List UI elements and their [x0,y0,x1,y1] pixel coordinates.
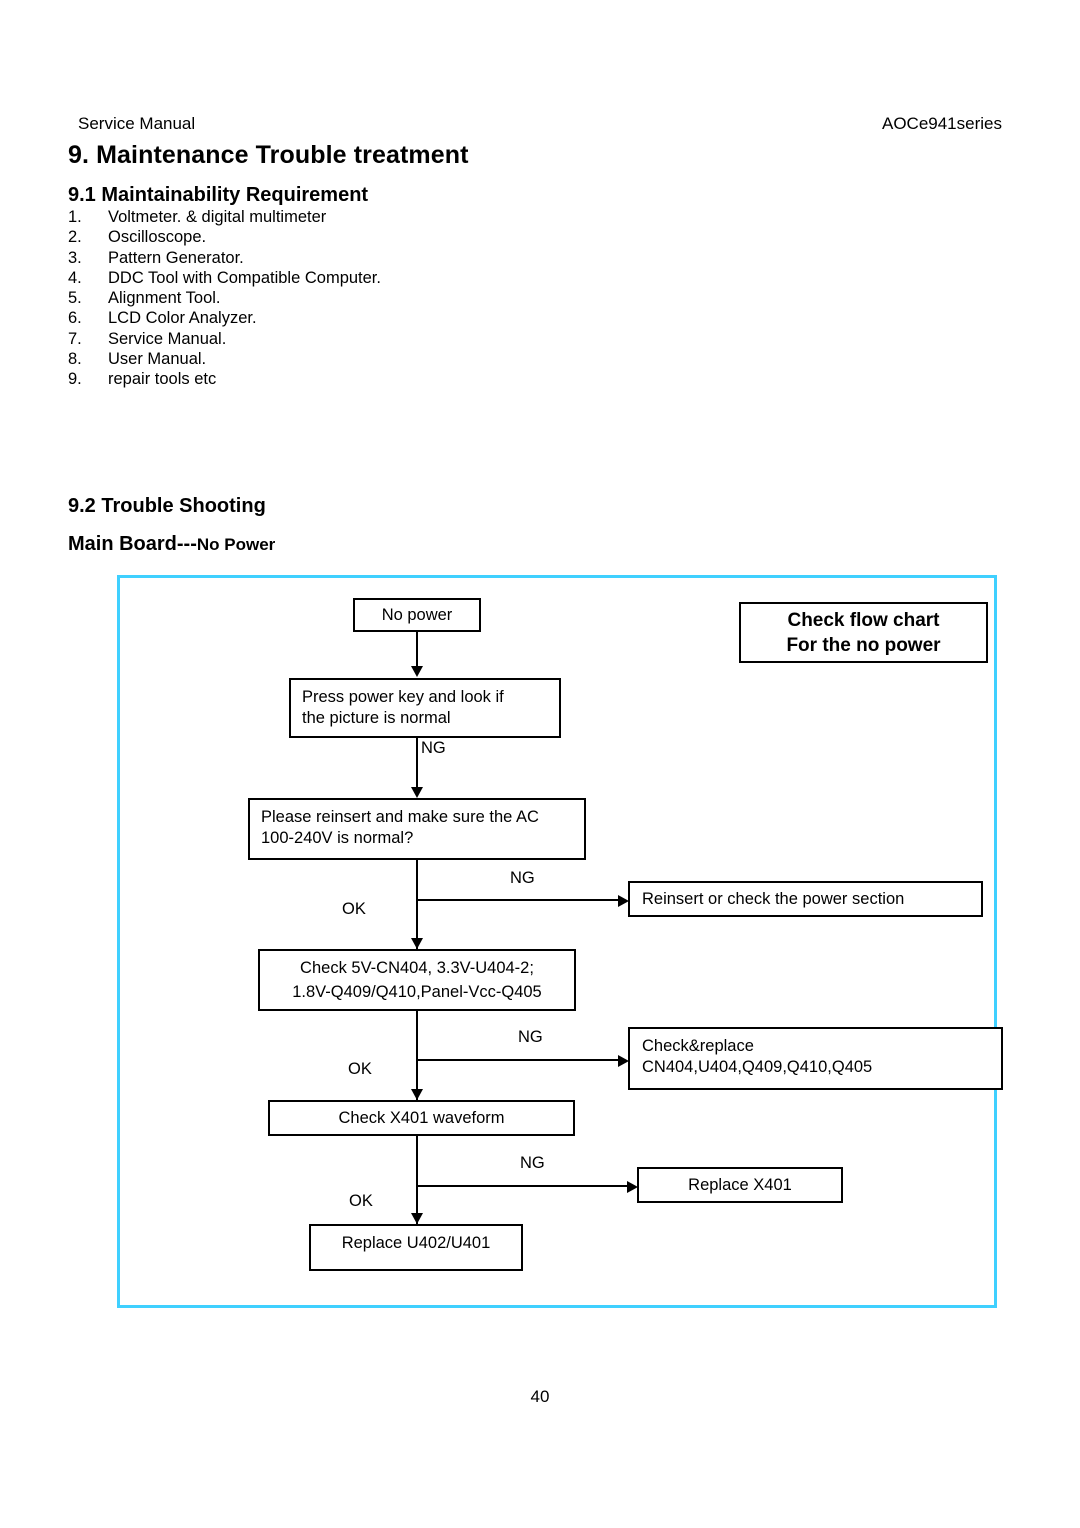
connector-line [416,1136,418,1224]
list-item-label: DDC Tool with Compatible Computer. [108,268,381,287]
edge-label-ok-2: OK [342,900,366,918]
flow-node-check-voltages: Check 5V-CN404, 3.3V-U404-2; 1.8V-Q409/Q… [258,949,576,1011]
list-item: 2. Oscilloscope. [68,227,588,247]
flowchart-title-box: Check flow chart For the no power [739,602,988,663]
list-item: 9. repair tools etc [68,369,588,389]
arrow-down-icon [411,787,423,798]
maintainability-tool-list: 1. Voltmeter. & digital multimeter 2. Os… [68,207,588,390]
list-item-number: 1. [68,208,82,226]
list-item-label: Voltmeter. & digital multimeter [108,208,327,226]
flow-node-press-power-key-line-2: the picture is normal [302,709,451,727]
list-item-number: 4. [68,268,82,287]
list-item-label: Oscilloscope. [108,228,207,247]
arrow-down-icon [411,938,423,949]
flow-node-no-power-label: No power [381,606,453,624]
list-item: 1. Voltmeter. & digital multimeter [68,207,588,227]
flowchart-frame: Check flow chart For the no power No pow… [117,575,1003,1308]
section-heading-9-2: 9.2 Trouble Shooting [68,495,266,517]
flow-node-check-x401-waveform: Check X401 waveform [268,1100,575,1136]
flowchart-title-line-1: Check flow chart [787,610,940,631]
document-page: Service Manual AOCe941series 9. Maintena… [0,0,1080,1528]
list-item: 4. DDC Tool with Compatible Computer. [68,268,588,288]
list-item-label: Pattern Generator. [108,248,244,267]
flow-node-check-replace-parts-line-1: Check&replace [642,1037,754,1055]
subsection-heading-main-board: Main Board---No Power [68,533,275,556]
list-item: 5. Alignment Tool. [68,288,588,308]
connector-line [416,738,418,788]
list-item-number: 7. [68,329,82,348]
edge-label-ng-2: NG [510,869,535,887]
arrow-down-icon [411,1213,423,1224]
flow-node-check-replace-parts-line-2: CN404,U404,Q409,Q410,Q405 [642,1058,873,1076]
connector-line [416,1011,418,1100]
subsection-heading-primary: Main Board--- [68,533,197,555]
flow-node-no-power: No power [353,598,481,632]
flow-node-check-replace-parts: Check&replace CN404,U404,Q409,Q410,Q405 [628,1027,1003,1090]
flow-node-check-voltages-line-2: 1.8V-Q409/Q410,Panel-Vcc-Q405 [292,983,542,1001]
list-item-number: 2. [68,228,82,247]
list-item-number: 5. [68,289,82,308]
list-item-number: 3. [68,248,82,267]
edge-label-ok-4: OK [349,1192,373,1210]
flow-node-check-power-section-label: Reinsert or check the power section [642,890,905,908]
list-item-label: User Manual. [108,350,207,369]
flow-node-reinsert-ac-line-1: Please reinsert and make sure the AC [261,808,539,826]
flow-node-check-power-section: Reinsert or check the power section [628,881,983,917]
list-item-number: 6. [68,309,82,328]
subsection-heading-secondary: No Power [196,535,276,554]
arrow-down-icon [411,1089,423,1100]
flow-node-replace-u402-u401: Replace U402/U401 [309,1224,523,1271]
flow-node-press-power-key: Press power key and look if the picture … [289,678,561,738]
flow-node-replace-u402-u401-label: Replace U402/U401 [341,1234,491,1252]
list-item-label: repair tools etc [108,370,217,389]
list-item: 3. Pattern Generator. [68,248,588,268]
connector-line [416,860,418,949]
edge-label-ng-4: NG [520,1154,545,1172]
list-item: 8. User Manual. [68,349,588,369]
connector-line [416,1059,620,1061]
list-item-label: LCD Color Analyzer. [108,309,257,328]
list-item-number: 8. [68,350,82,369]
edge-label-ok-3: OK [348,1060,372,1078]
edge-label-ng-3: NG [518,1028,543,1046]
connector-line [416,899,620,901]
section-heading-9-1: 9.1 Maintainability Requirement [68,184,369,206]
header-right-text: AOCe941series [881,114,1002,133]
flow-node-replace-x401: Replace X401 [637,1167,843,1203]
edge-label-ng-1: NG [421,739,446,757]
page-number: 40 [530,1387,550,1406]
list-item-label: Alignment Tool. [108,289,221,308]
list-item-number: 9. [68,370,82,389]
flow-node-replace-x401-label: Replace X401 [688,1176,792,1194]
flow-node-check-voltages-line-1: Check 5V-CN404, 3.3V-U404-2; [300,959,534,977]
flow-node-reinsert-ac: Please reinsert and make sure the AC 100… [248,798,586,860]
list-item: 6. LCD Color Analyzer. [68,308,588,328]
chapter-heading: 9. Maintenance Trouble treatment [68,141,469,169]
arrow-down-icon [411,666,423,677]
connector-line [416,1185,629,1187]
flow-node-check-x401-waveform-label: Check X401 waveform [338,1109,505,1127]
flowchart-title-line-2: For the no power [786,635,941,656]
list-item: 7. Service Manual. [68,329,588,349]
flow-node-reinsert-ac-line-2: 100-240V is normal? [261,829,414,847]
flow-node-press-power-key-line-1: Press power key and look if [302,688,504,706]
list-item-label: Service Manual. [108,329,227,348]
connector-line [416,632,418,667]
header-left-text: Service Manual [78,114,196,133]
